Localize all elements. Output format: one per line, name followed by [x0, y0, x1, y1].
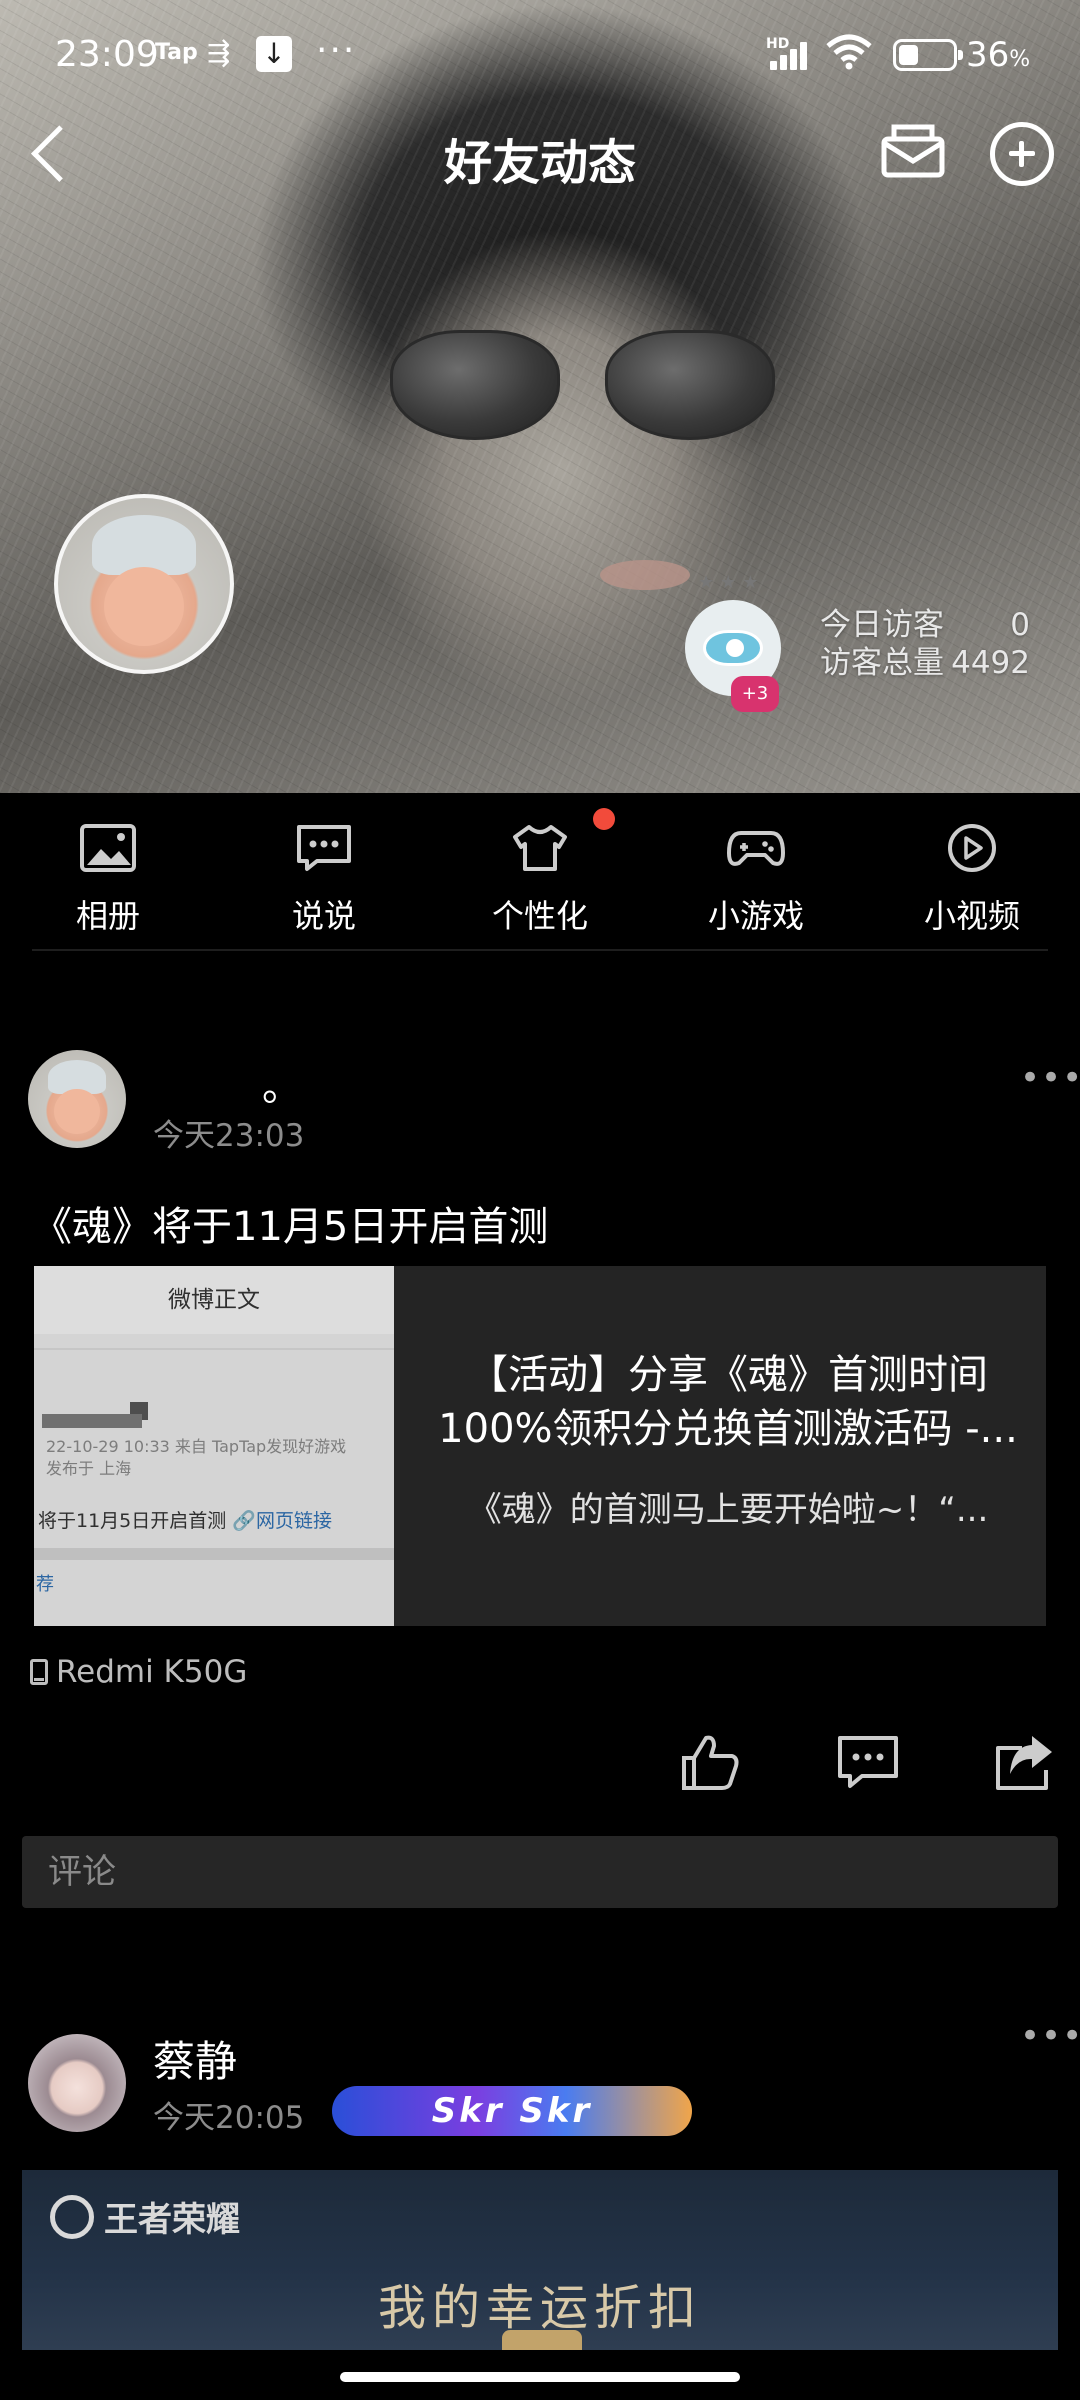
post-image[interactable]: 王者荣耀 我的幸运折扣: [22, 2170, 1058, 2350]
total-visitors-label: 访客总量: [820, 645, 944, 681]
today-visitors-value: 0: [1010, 607, 1030, 643]
avatar[interactable]: [54, 494, 234, 674]
shared-link-card[interactable]: 微博正文 22-10-29 10:33 来自 TapTap发现好游戏 发布于 上…: [34, 1266, 1046, 1626]
album-icon: [79, 823, 137, 873]
download-icon: ↓: [256, 36, 292, 72]
status-bar: 23:09 Tap ⇶ ↓ ··· HD 36%: [0, 0, 1080, 108]
menu-label: 说说: [291, 897, 356, 935]
home-indicator[interactable]: [340, 2372, 740, 2382]
visitor-badge: +3: [731, 676, 779, 712]
play-icon: [943, 823, 1001, 873]
signal-icon: [770, 40, 814, 70]
top-nav: 好友动态: [0, 108, 1080, 192]
more-icon[interactable]: •••: [1020, 2016, 1080, 2056]
cover-mouth: [600, 560, 690, 590]
post-username[interactable]: 蔡静: [153, 2028, 237, 2089]
post-avatar[interactable]: [28, 1050, 126, 1148]
quick-menu: 相册 说说 个性化 小游戏 小视频: [0, 793, 1080, 953]
menu-item-shortvideo[interactable]: 小视频: [897, 823, 1047, 937]
status-time: 23:09: [55, 34, 159, 75]
post-actions: [0, 1730, 1080, 1810]
battery-percent: 36%: [966, 35, 1031, 75]
add-icon[interactable]: [990, 122, 1054, 186]
like-icon[interactable]: [678, 1730, 742, 1794]
menu-item-album[interactable]: 相册: [33, 823, 183, 937]
post-time: 今天23:03: [153, 1118, 305, 1154]
menu-item-personalize[interactable]: 个性化: [465, 823, 615, 937]
game-logo: 王者荣耀: [50, 2192, 240, 2241]
vip-badge: Skr Skr: [332, 2086, 692, 2136]
cover-sunglasses: [380, 330, 775, 440]
menu-label: 个性化: [491, 897, 588, 935]
menu-label: 相册: [75, 897, 140, 935]
wifi-icon: [826, 34, 872, 79]
post-avatar[interactable]: [28, 2034, 126, 2132]
share-icon[interactable]: [992, 1730, 1056, 1794]
post-time: 今天20:05: [153, 2100, 305, 2136]
visitor-stats[interactable]: 今日访客 0 访客总量 4492: [820, 606, 1030, 682]
tshirt-icon: [511, 823, 569, 873]
menu-item-shuoshuo[interactable]: 说说: [249, 823, 399, 937]
gamepad-icon: [727, 823, 785, 873]
today-visitors-label: 今日访客: [820, 607, 944, 643]
more-notifications-icon: ···: [316, 30, 357, 71]
card-description: 《魂》的首测马上要开始啦~！“...: [467, 1490, 989, 1530]
device-name: Redmi K50G: [56, 1654, 248, 1690]
more-icon[interactable]: •••: [1020, 1058, 1080, 1098]
menu-label: 小视频: [923, 897, 1020, 935]
battery-icon: [893, 39, 963, 71]
eye-icon: [703, 630, 763, 666]
logo-icon: [50, 2194, 94, 2239]
card-title: 【活动】分享《魂》首测时间100%领积分兑换首测激活码 -...: [438, 1352, 1018, 1452]
device-tag: Redmi K50G: [30, 1654, 247, 1690]
new-badge-dot: [593, 808, 615, 830]
comment-input[interactable]: 评论: [22, 1836, 1058, 1908]
visitor-button[interactable]: +3: [685, 600, 781, 712]
menu-label: 小游戏: [707, 897, 804, 935]
comment-icon[interactable]: [836, 1730, 900, 1794]
link-thumbnail: 微博正文 22-10-29 10:33 来自 TapTap发现好游戏 发布于 上…: [34, 1266, 394, 1626]
post-username[interactable]: 。: [262, 1054, 302, 1112]
menu-divider: [32, 949, 1048, 951]
menu-item-minigame[interactable]: 小游戏: [681, 823, 831, 937]
post-text: 《魂》将于11月5日开启首测: [32, 1204, 549, 1250]
usb-icon: ⇶: [207, 36, 231, 69]
taptap-icon: Tap: [155, 40, 198, 65]
chat-icon: [295, 823, 353, 873]
phone-icon: [30, 1659, 48, 1685]
mail-icon[interactable]: [880, 121, 946, 179]
banner-slogan: 我的幸运折扣: [377, 2280, 702, 2336]
level-stars: ★★★: [698, 572, 765, 593]
total-visitors-value: 4492: [951, 645, 1030, 681]
